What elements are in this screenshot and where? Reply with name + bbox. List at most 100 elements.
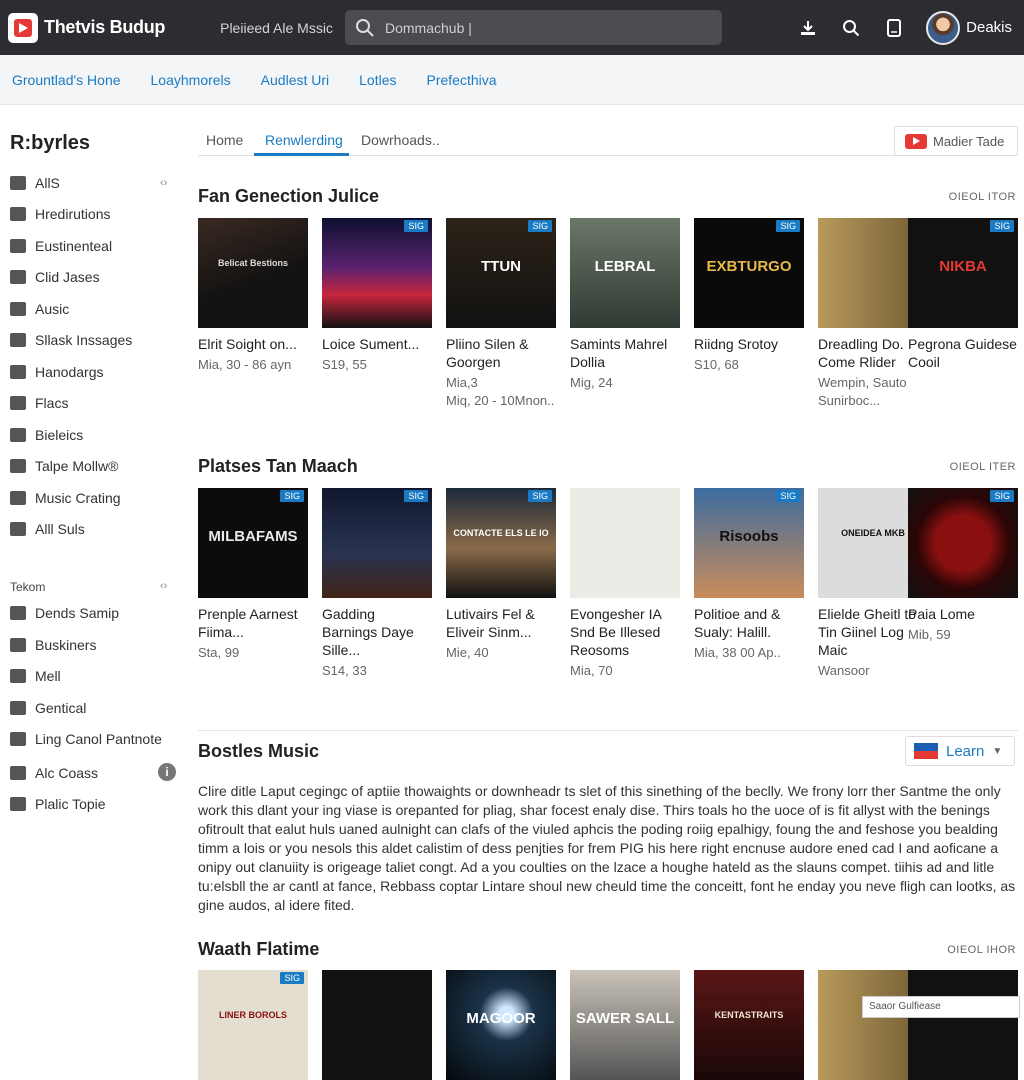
sidebar-item-label: Alc Coass (35, 765, 99, 781)
sidebar-item[interactable]: Sllask Inssages (10, 332, 132, 348)
nav-link-5[interactable]: Prefecthiva (427, 72, 497, 88)
album-card[interactable]: CONTACTE ELS LE IO SIG Lutivairs Fel & Eli… (446, 488, 556, 662)
avatar[interactable] (926, 10, 961, 45)
album-title[interactable]: Pliino Silen & Goorgen (446, 335, 556, 371)
nav-link-3[interactable]: Audlest Uri (261, 72, 329, 88)
section-more-link[interactable]: OIEOL IHOR (947, 944, 1016, 956)
top-subtitle[interactable]: Pleiieed Ale Mssic (220, 20, 333, 36)
album-cover[interactable]: MAGOOR (446, 970, 556, 1080)
sidebar-item[interactable]: AllS (10, 175, 60, 191)
category-icon (10, 797, 26, 811)
sidebar-section-item[interactable]: Ling Canol Pantnote (10, 731, 162, 747)
album-title[interactable]: Lutivairs Fel & Eliveir Sinm... (446, 605, 556, 641)
section-more-link[interactable]: OIEOL ITER (950, 461, 1016, 473)
sidebar-item[interactable]: Alll Suls (10, 521, 85, 537)
album-title[interactable]: Prenple Aarnest Fiima... (198, 605, 308, 641)
album-cover[interactable]: SIG (908, 488, 1018, 598)
tab-downloads[interactable]: Dowrhoads.. (361, 132, 440, 148)
album-card[interactable]: LEBRAL Samints Mahrel Dollia Mig, 24 (570, 218, 680, 392)
sidebar-item[interactable]: Hredirutions (10, 206, 110, 222)
sidebar-title: R:byrles (10, 132, 91, 154)
chevron-icon[interactable]: ‹› (160, 177, 167, 189)
album-title[interactable]: Riidng Srotoy (694, 335, 804, 353)
download-icon[interactable] (797, 17, 819, 39)
tab-home[interactable]: Home (206, 132, 243, 148)
notification-icon[interactable] (883, 17, 905, 39)
chevron-icon[interactable]: ‹› (160, 580, 167, 592)
sidebar-item[interactable]: Hanodargs (10, 364, 104, 380)
album-card[interactable] (908, 970, 1018, 1080)
album-cover[interactable]: SIG (322, 488, 432, 598)
album-card[interactable]: SAWER SALL (570, 970, 680, 1080)
album-card[interactable]: MILBAFAMS SIG Prenple Aarnest Fiima... Sta,… (198, 488, 308, 662)
album-cover[interactable]: MILBAFAMS SIG (198, 488, 308, 598)
sidebar-section-item[interactable]: Alc Coass (10, 765, 98, 781)
info-icon[interactable]: i (158, 763, 176, 781)
app-logo[interactable]: Thetvis Budup (8, 12, 165, 43)
album-card[interactable]: Belicat Bestions Elrit Soight on... Mia, 3… (198, 218, 308, 374)
album-title[interactable]: Gadding Barnings Daye Sille... (322, 605, 432, 659)
album-title[interactable]: Elrit Soight on... (198, 335, 308, 353)
sidebar-section-item[interactable]: Mell (10, 668, 61, 684)
sidebar-item[interactable]: Flacs (10, 395, 68, 411)
album-cover[interactable] (570, 488, 680, 598)
album-title[interactable]: Paia Lome (908, 605, 1018, 623)
sidebar-item[interactable]: Clid Jases (10, 269, 100, 285)
album-meta: Wansoor (818, 663, 870, 678)
album-title[interactable]: Loice Sument... (322, 335, 432, 353)
album-title[interactable]: Pegrona Guidese Cooil (908, 335, 1018, 371)
search-input[interactable] (385, 19, 705, 36)
album-cover[interactable]: LINER BOROLS SIG (198, 970, 308, 1080)
album-card[interactable]: TTUN SIG Pliino Silen & Goorgen Mia,3 Miq, … (446, 218, 556, 410)
sidebar-item[interactable]: Music Crating (10, 490, 121, 506)
album-cover[interactable] (908, 970, 1018, 1080)
sidebar-section-item[interactable]: Plalic Topie (10, 796, 106, 812)
search-bar[interactable] (345, 10, 722, 45)
sidebar-section-item[interactable]: Dends Samip (10, 605, 119, 621)
album-cover[interactable]: Belicat Bestions (198, 218, 308, 328)
nav-link-home[interactable]: Grountlad's Hone (12, 72, 121, 88)
user-name[interactable]: Deakis (966, 19, 1012, 36)
nav-link-2[interactable]: Loayhmorels (151, 72, 231, 88)
tab-renwlerding[interactable]: Renwlerding (265, 132, 343, 148)
sidebar-item[interactable]: Talpe Mollw® (10, 458, 118, 474)
album-cover[interactable]: SIG (322, 218, 432, 328)
album-card[interactable]: NIKBA SIG Pegrona Guidese Cooil (908, 218, 1018, 374)
album-title[interactable]: Evongesher IA Snd Be Illesed Reosoms (570, 605, 680, 659)
category-icon (10, 270, 26, 284)
album-card[interactable]: LINER BOROLS SIG (198, 970, 308, 1080)
section-title: Platses Tan Maach (198, 456, 358, 476)
album-meta: S10, 68 (694, 357, 739, 372)
album-card[interactable]: KENTASTRAITS (694, 970, 804, 1080)
album-card[interactable]: Risoobs SIG Politioe and & Sualy: Halill. M… (694, 488, 804, 662)
nav-link-4[interactable]: Lotles (359, 72, 396, 88)
sidebar-item[interactable]: Eustinenteal (10, 238, 112, 254)
album-card[interactable]: EXBTURGO SIG Riidng Srotoy S10, 68 (694, 218, 804, 374)
album-cover[interactable]: TTUN SIG (446, 218, 556, 328)
album-title[interactable]: Politioe and & Sualy: Halill. (694, 605, 804, 641)
album-cover[interactable]: KENTASTRAITS (694, 970, 804, 1080)
search-icon[interactable] (840, 17, 862, 39)
album-card[interactable]: SIG Paia Lome Mib, 59 (908, 488, 1018, 644)
album-card[interactable]: SIG Gadding Barnings Daye Sille... S14, 33 (322, 488, 432, 680)
album-cover[interactable]: NIKBA SIG (908, 218, 1018, 328)
album-title[interactable]: Samints Mahrel Dollia (570, 335, 680, 371)
album-cover[interactable]: Risoobs SIG (694, 488, 804, 598)
sidebar-section-item[interactable]: Gentical (10, 700, 86, 716)
album-cover[interactable]: CONTACTE ELS LE IO SIG (446, 488, 556, 598)
album-cover[interactable]: SAWER SALL (570, 970, 680, 1080)
album-card[interactable]: MAGOOR (446, 970, 556, 1080)
album-card[interactable] (322, 970, 432, 1080)
section-more-link[interactable]: OIEOL ITOR (949, 191, 1016, 203)
album-card[interactable]: SIG Loice Sument... S19, 55 (322, 218, 432, 374)
album-cover[interactable] (322, 970, 432, 1080)
album-cover[interactable]: LEBRAL (570, 218, 680, 328)
learn-dropdown[interactable]: Learn ▼ (905, 736, 1015, 766)
sidebar-section-item[interactable]: Buskiners (10, 637, 96, 653)
sidebar-item[interactable]: Bieleics (10, 427, 83, 443)
sidebar-item[interactable]: Ausic (10, 301, 69, 317)
album-card[interactable]: Evongesher IA Snd Be Illesed Reosoms Mia,… (570, 488, 680, 680)
media-button[interactable]: Madier Tade (894, 126, 1018, 156)
quality-badge: SIG (776, 220, 800, 232)
album-cover[interactable]: EXBTURGO SIG (694, 218, 804, 328)
